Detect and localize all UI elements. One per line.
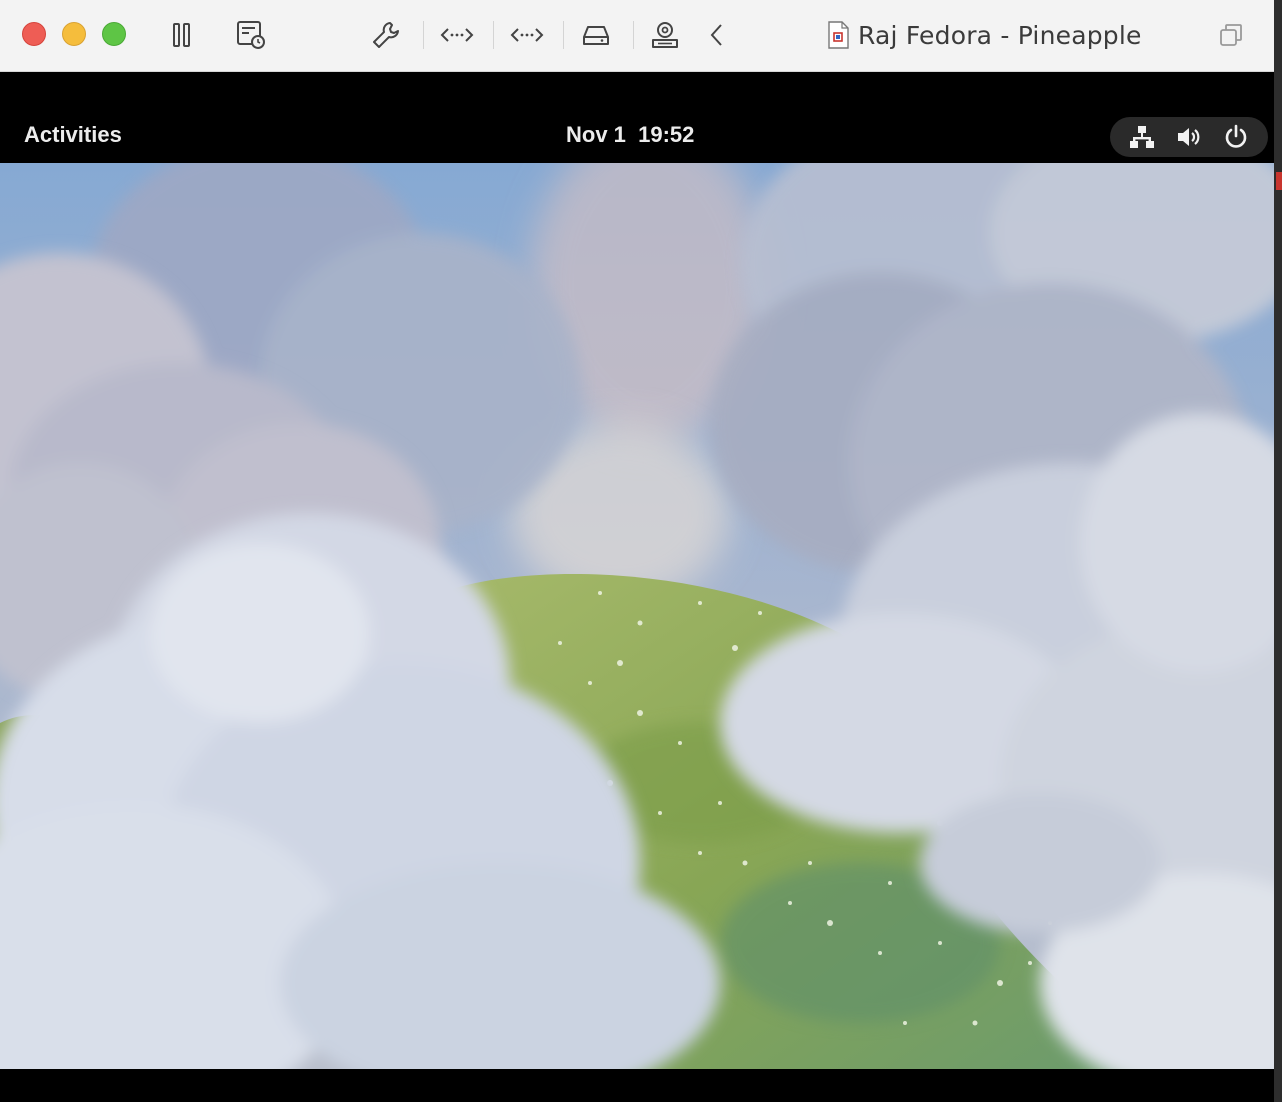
snapshot-button[interactable] <box>234 18 268 52</box>
network-status <box>1126 121 1158 153</box>
volume-icon <box>1177 128 1200 146</box>
shared-folders-button[interactable] <box>510 18 544 52</box>
wrench-icon <box>373 22 399 48</box>
vm-window: Raj Fedora - Pineapple Activities Nov 1 … <box>0 0 1274 1102</box>
system-menu-button[interactable] <box>1110 117 1268 157</box>
close-window-button[interactable] <box>22 22 46 46</box>
vm-bottom-border <box>0 1069 1274 1102</box>
disk-button[interactable] <box>579 18 613 52</box>
background-window-edge <box>1274 0 1282 1102</box>
document-icon <box>828 21 849 49</box>
user-device-icon <box>652 22 678 48</box>
snapshot-icon <box>237 21 265 49</box>
copy-window-icon <box>1220 24 1242 46</box>
toolbar-separator <box>563 21 564 49</box>
window-title: Raj Fedora - Pineapple <box>826 17 1142 53</box>
code-arrows-icon <box>510 28 544 42</box>
pause-icon <box>173 23 190 47</box>
network-icon <box>1129 126 1154 148</box>
code-arrows-icon <box>440 28 474 42</box>
collapse-toolbar-button[interactable] <box>700 18 734 52</box>
volume-status <box>1173 121 1205 153</box>
activities-button[interactable]: Activities <box>24 122 122 148</box>
network-button[interactable] <box>440 18 474 52</box>
power-status <box>1220 121 1252 153</box>
power-icon <box>1226 124 1247 148</box>
zoom-window-button[interactable] <box>102 22 126 46</box>
usb-devices-button[interactable] <box>648 18 682 52</box>
pause-vm-button[interactable] <box>165 18 199 52</box>
toolbar-separator <box>423 21 424 49</box>
background-window-marker <box>1276 172 1282 190</box>
wallpaper-art <box>0 163 1274 1069</box>
chevron-left-icon <box>710 24 722 46</box>
clock-button[interactable]: Nov 1 19:52 <box>566 122 694 148</box>
window-title-text: Raj Fedora - Pineapple <box>858 20 1142 50</box>
hard-drive-icon <box>583 26 609 45</box>
toolbar-separator <box>633 21 634 49</box>
desktop-wallpaper <box>0 163 1274 1069</box>
toolbar-separator <box>493 21 494 49</box>
window-titlebar: Raj Fedora - Pineapple <box>0 0 1274 72</box>
settings-button[interactable] <box>369 18 403 52</box>
fullscreen-button[interactable] <box>1214 18 1248 52</box>
gnome-top-bar: Activities Nov 1 19:52 <box>0 110 1274 163</box>
minimize-window-button[interactable] <box>62 22 86 46</box>
